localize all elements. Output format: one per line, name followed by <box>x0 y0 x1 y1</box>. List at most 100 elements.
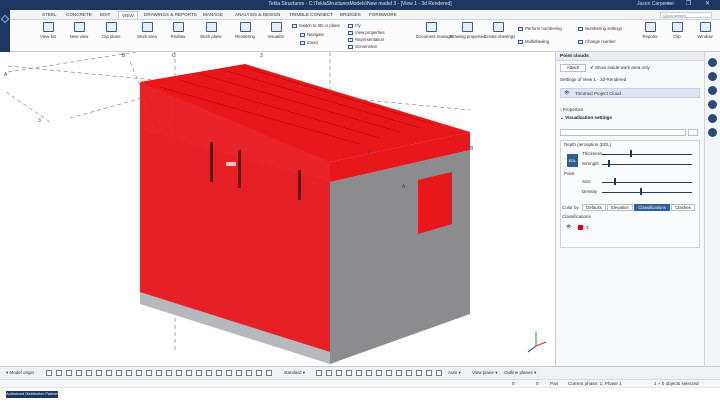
strength-slider[interactable] <box>602 164 692 165</box>
tab-drawings-reports[interactable]: DRAWINGS & REPORTS <box>144 12 197 17</box>
clip-button[interactable]: Clip <box>668 20 686 39</box>
tool-icon-4[interactable] <box>346 370 352 376</box>
color-by-clashes-button[interactable]: Clashes <box>671 204 695 211</box>
numbering-settings-button[interactable]: Numbering settings <box>578 26 622 31</box>
side-search-icon[interactable] <box>708 128 717 137</box>
window-opening[interactable] <box>418 172 452 234</box>
side-properties-icon[interactable] <box>708 72 717 81</box>
multidrawing-button[interactable]: Multidrawing <box>518 39 549 44</box>
snap-icon-5[interactable] <box>86 370 92 376</box>
status-phase[interactable]: Current phase: 1, Phase 1 <box>568 381 622 386</box>
side-settings-icon[interactable] <box>708 86 717 95</box>
snap-icon-11[interactable] <box>146 370 152 376</box>
snap-icon-21[interactable] <box>246 370 252 376</box>
tab-manage[interactable]: MANAGE <box>203 12 223 17</box>
class-visibility-eye-icon[interactable]: 👁 <box>566 224 572 230</box>
tool-icon-1[interactable] <box>316 370 322 376</box>
tool-icon-6[interactable] <box>366 370 372 376</box>
tab-trimble-connect[interactable]: TRIMBLE CONNECT <box>289 12 333 17</box>
work-area-button[interactable]: Work area <box>134 20 160 39</box>
new-view-button[interactable]: New view <box>66 20 92 39</box>
visualization-expander[interactable]: ⌄ Visualization settings <box>560 115 612 121</box>
snap-icon-15[interactable] <box>186 370 192 376</box>
switch-3d-plane-button[interactable]: Switch to 3D or plane <box>292 23 340 28</box>
tool-icon-8[interactable] <box>386 370 392 376</box>
density-slider-handle[interactable] <box>640 188 642 195</box>
show-inside-checkbox[interactable]: ✔ Show inside work area only <box>590 65 650 71</box>
snap-icon-6[interactable] <box>96 370 102 376</box>
window-controls[interactable]: — ❐ ✕ <box>666 0 716 7</box>
tab-edit[interactable]: EDIT <box>100 12 110 17</box>
properties-expander[interactable]: › Properties <box>560 107 583 112</box>
auto-dropdown[interactable]: Auto ▾ <box>448 370 461 376</box>
quick-search-input[interactable]: Quick search <box>660 12 712 18</box>
model-origin-dropdown[interactable]: ▾ Model origin <box>6 370 34 376</box>
perform-numbering-button[interactable]: Perform numbering <box>518 26 562 31</box>
tab-bridges[interactable]: BRIDGES <box>340 12 361 17</box>
snap-icon-4[interactable] <box>76 370 82 376</box>
tool-icon-9[interactable] <box>396 370 402 376</box>
tab-analysis-design[interactable]: ANALYSIS & DESIGN <box>235 12 280 17</box>
tool-icon-12[interactable] <box>426 370 432 376</box>
thickness-slider[interactable] <box>602 154 692 155</box>
tool-icon-5[interactable] <box>356 370 362 376</box>
edl-toggle-button[interactable]: EDL <box>567 154 578 167</box>
attach-button[interactable]: Attach <box>560 64 586 72</box>
tool-icon-7[interactable] <box>376 370 382 376</box>
work-plane-button[interactable]: Work plane <box>198 20 224 39</box>
color-by-elevation-button[interactable]: Elevation <box>607 204 633 211</box>
density-slider[interactable] <box>602 192 692 193</box>
cloud-list-item[interactable]: 👁 Trimmed Project Cloud <box>560 88 700 98</box>
clip-plane-button[interactable]: Clip plane <box>98 20 124 39</box>
side-point-clouds-icon[interactable] <box>708 58 717 67</box>
navigate-button[interactable]: Navigate <box>300 32 324 37</box>
change-number-button[interactable]: Change number <box>578 39 616 44</box>
drawing-properties-button[interactable]: Drawing properties <box>450 20 486 39</box>
tool-icon-10[interactable] <box>406 370 412 376</box>
snap-icon-16[interactable] <box>196 370 202 376</box>
reports-button[interactable]: Reports <box>638 20 662 39</box>
size-slider-handle[interactable] <box>614 178 616 185</box>
snap-icon-19[interactable] <box>226 370 232 376</box>
snap-icon-7[interactable] <box>106 370 112 376</box>
screenshot-button[interactable]: Screenshot <box>348 44 377 49</box>
strength-slider-handle[interactable] <box>608 160 610 167</box>
visualize-button[interactable]: Visualize <box>264 20 288 39</box>
snap-icon-17[interactable] <box>206 370 212 376</box>
snap-icon-18[interactable] <box>216 370 222 376</box>
side-info-icon[interactable] <box>708 100 717 109</box>
standard-dropdown[interactable]: standard ▾ <box>284 370 305 376</box>
snap-icon-12[interactable] <box>156 370 162 376</box>
snap-icon-3[interactable] <box>66 370 72 376</box>
preset-menu-button[interactable] <box>688 129 698 136</box>
model-3d-view[interactable] <box>0 52 556 366</box>
snap-icon-22[interactable] <box>256 370 262 376</box>
view-list-button[interactable]: View list <box>36 20 60 39</box>
tool-icon-2[interactable] <box>326 370 332 376</box>
model-viewport[interactable]: A B C 3 3 2 B A <box>0 52 556 366</box>
representation-button[interactable]: Representation <box>348 37 384 42</box>
snap-icon-2[interactable] <box>56 370 62 376</box>
visibility-eye-icon[interactable]: 👁 <box>564 90 570 96</box>
snap-icon-13[interactable] <box>166 370 172 376</box>
snap-icon-23[interactable] <box>266 370 272 376</box>
tool-icon-3[interactable] <box>336 370 342 376</box>
tab-steel[interactable]: STEEL <box>42 12 57 17</box>
rendering-button[interactable]: Rendering <box>232 20 258 39</box>
snap-icon-8[interactable] <box>116 370 122 376</box>
window-button[interactable]: Window <box>694 20 716 39</box>
tab-view[interactable]: VIEW <box>118 11 138 19</box>
color-by-defaults-button[interactable]: Defaults <box>582 204 606 211</box>
tool-icon-11[interactable] <box>416 370 422 376</box>
side-layers-icon[interactable] <box>708 114 717 123</box>
snap-icon-9[interactable] <box>126 370 132 376</box>
outline-planes-dropdown[interactable]: Outline planes ▾ <box>504 370 536 376</box>
create-drawings-button[interactable]: Create drawings <box>484 20 515 39</box>
tab-concrete[interactable]: CONCRETE <box>66 12 92 17</box>
color-by-classifications-button[interactable]: Classifications <box>634 204 670 211</box>
document-manager-button[interactable]: Document manager <box>416 20 454 39</box>
view-plane-dropdown[interactable]: View plane ▾ <box>472 370 497 376</box>
thickness-slider-handle[interactable] <box>630 150 632 157</box>
zoom-button[interactable]: Zoom <box>300 40 318 45</box>
snap-icon-14[interactable] <box>176 370 182 376</box>
